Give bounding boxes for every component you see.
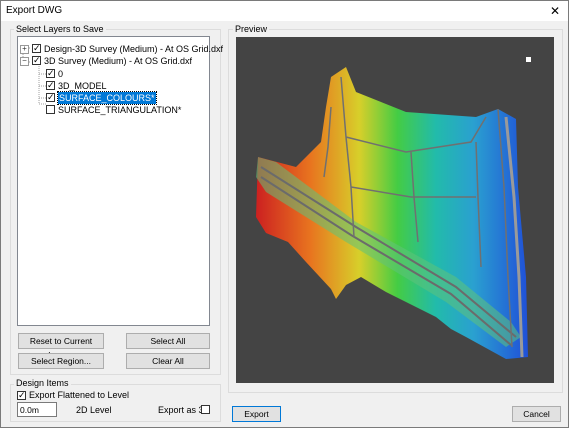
layer-label: 0 <box>58 69 64 79</box>
layer-tree[interactable]: + Design-3D Survey (Medium) - At OS Grid.… <box>17 36 223 326</box>
layers-group-label: Select Layers to Save <box>14 24 106 34</box>
export-button[interactable]: Export <box>232 406 281 422</box>
design-items-label: Design Items <box>14 378 71 388</box>
layer-label: Design-3D Survey (Medium) - At OS Grid.d… <box>44 44 224 54</box>
select-region-button[interactable]: Select Region... <box>18 353 104 369</box>
select-all-button[interactable]: Select All <box>126 333 210 349</box>
reset-layers-button[interactable]: Reset to Current Layers <box>18 333 104 360</box>
level-label: 2D Level <box>76 405 112 415</box>
survey-map-render <box>256 57 531 359</box>
layer-checkbox[interactable] <box>46 67 55 79</box>
export-flattened-checkbox[interactable] <box>17 389 26 401</box>
expand-icon[interactable]: + <box>20 45 29 54</box>
close-icon[interactable]: ✕ <box>546 2 564 20</box>
preview-label: Preview <box>233 24 270 34</box>
export-flattened-label: Export Flattened to Level <box>29 390 130 400</box>
layer-checkbox[interactable] <box>46 79 55 91</box>
clear-all-button[interactable]: Clear All <box>126 353 210 369</box>
layer-label: SURFACE_TRIANGULATION* <box>58 105 182 115</box>
layer-label: 3D Survey (Medium) - At OS Grid.dxf <box>44 56 193 66</box>
export-dwg-dialog: Export DWG ✕ Select Layers to Save + Desi… <box>0 0 569 428</box>
export-3d-checkbox[interactable] <box>201 405 210 414</box>
viewport-marker <box>526 57 531 62</box>
layer-checkbox[interactable] <box>32 42 41 54</box>
level-input[interactable]: 0.0m <box>17 402 57 417</box>
layer-checkbox[interactable] <box>46 105 55 114</box>
layer-checkbox[interactable] <box>32 54 41 66</box>
cancel-button[interactable]: Cancel <box>512 406 561 422</box>
layer-label: 3D_MODEL <box>58 81 107 91</box>
title-bar: Export DWG ✕ <box>1 1 568 21</box>
layer-label: SURFACE_COLOURS* <box>57 91 157 105</box>
layer-checkbox[interactable] <box>46 91 55 103</box>
preview-canvas[interactable] <box>236 37 554 383</box>
window-title: Export DWG <box>6 5 63 16</box>
collapse-icon[interactable]: − <box>20 57 29 66</box>
